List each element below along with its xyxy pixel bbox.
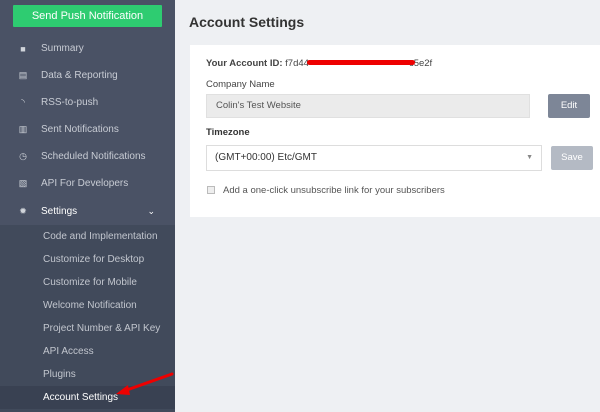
submenu-code-implementation[interactable]: Code and Implementation bbox=[0, 225, 175, 248]
edit-button[interactable]: Edit bbox=[548, 94, 590, 118]
timezone-value: (GMT+00:00) Etc/GMT bbox=[215, 152, 317, 163]
sidebar-item-rss[interactable]: ◝ RSS-to-push bbox=[0, 89, 175, 116]
submenu-welcome-notification[interactable]: Welcome Notification bbox=[0, 294, 175, 317]
sidebar-item-summary[interactable]: ■ Summary bbox=[0, 35, 175, 62]
sidebar-item-api-developers[interactable]: ▧ API For Developers bbox=[0, 170, 175, 197]
company-name-input[interactable]: Colin's Test Website bbox=[206, 94, 530, 118]
account-id-label: Your Account ID: bbox=[206, 58, 283, 69]
sidebar-item-label: Settings bbox=[41, 206, 78, 217]
unsubscribe-link-label: Add a one-click unsubscribe link for you… bbox=[223, 185, 445, 196]
sidebar-item-label: RSS-to-push bbox=[41, 97, 99, 108]
sidebar: Send Push Notification ■ Summary ▤ Data & … bbox=[0, 0, 175, 412]
timezone-label: Timezone bbox=[206, 127, 250, 138]
sidebar-item-settings[interactable]: ✹ Settings ⌄ bbox=[0, 198, 175, 225]
clock-icon: ◷ bbox=[19, 151, 27, 161]
sidebar-item-label: API For Developers bbox=[41, 178, 129, 189]
page-title: Account Settings bbox=[189, 14, 305, 30]
rss-icon: ◝ bbox=[21, 97, 25, 107]
unsubscribe-link-checkbox[interactable] bbox=[207, 186, 215, 194]
document-icon: ▤ bbox=[18, 70, 28, 80]
sidebar-item-label: Scheduled Notifications bbox=[41, 151, 146, 162]
sidebar-item-scheduled-notifications[interactable]: ◷ Scheduled Notifications bbox=[0, 143, 175, 170]
caret-down-icon: ▼ bbox=[526, 154, 533, 161]
company-name-label: Company Name bbox=[206, 79, 275, 90]
gear-icon: ✹ bbox=[19, 206, 27, 216]
chevron-down-icon: ⌄ bbox=[147, 206, 155, 216]
submenu-customize-desktop[interactable]: Customize for Desktop bbox=[0, 248, 175, 271]
submenu-api-access[interactable]: API Access bbox=[0, 340, 175, 363]
api-document-icon: ▧ bbox=[18, 178, 28, 188]
save-button[interactable]: Save bbox=[551, 146, 593, 170]
sidebar-item-sent-notifications[interactable]: ▥ Sent Notifications bbox=[0, 116, 175, 143]
account-id-value: f7d44 bbox=[285, 58, 309, 69]
sidebar-item-label: Summary bbox=[41, 43, 84, 54]
grid-icon: ■ bbox=[20, 43, 26, 54]
send-push-notification-button[interactable]: Send Push Notification bbox=[13, 5, 162, 27]
sidebar-item-label: Data & Reporting bbox=[41, 70, 118, 81]
bar-chart-icon: ▥ bbox=[18, 124, 28, 134]
account-settings-card: Your Account ID: f7d44 c5e2f Company Name… bbox=[190, 45, 600, 217]
submenu-project-number-api-key[interactable]: Project Number & API Key bbox=[0, 317, 175, 340]
sidebar-item-data-reporting[interactable]: ▤ Data & Reporting bbox=[0, 62, 175, 89]
submenu-customize-mobile[interactable]: Customize for Mobile bbox=[0, 271, 175, 294]
timezone-select[interactable]: (GMT+00:00) Etc/GMT ▼ bbox=[206, 145, 542, 171]
sidebar-item-label: Sent Notifications bbox=[41, 124, 119, 135]
red-arrow-annotation bbox=[116, 372, 174, 395]
redaction-mark bbox=[307, 60, 415, 65]
